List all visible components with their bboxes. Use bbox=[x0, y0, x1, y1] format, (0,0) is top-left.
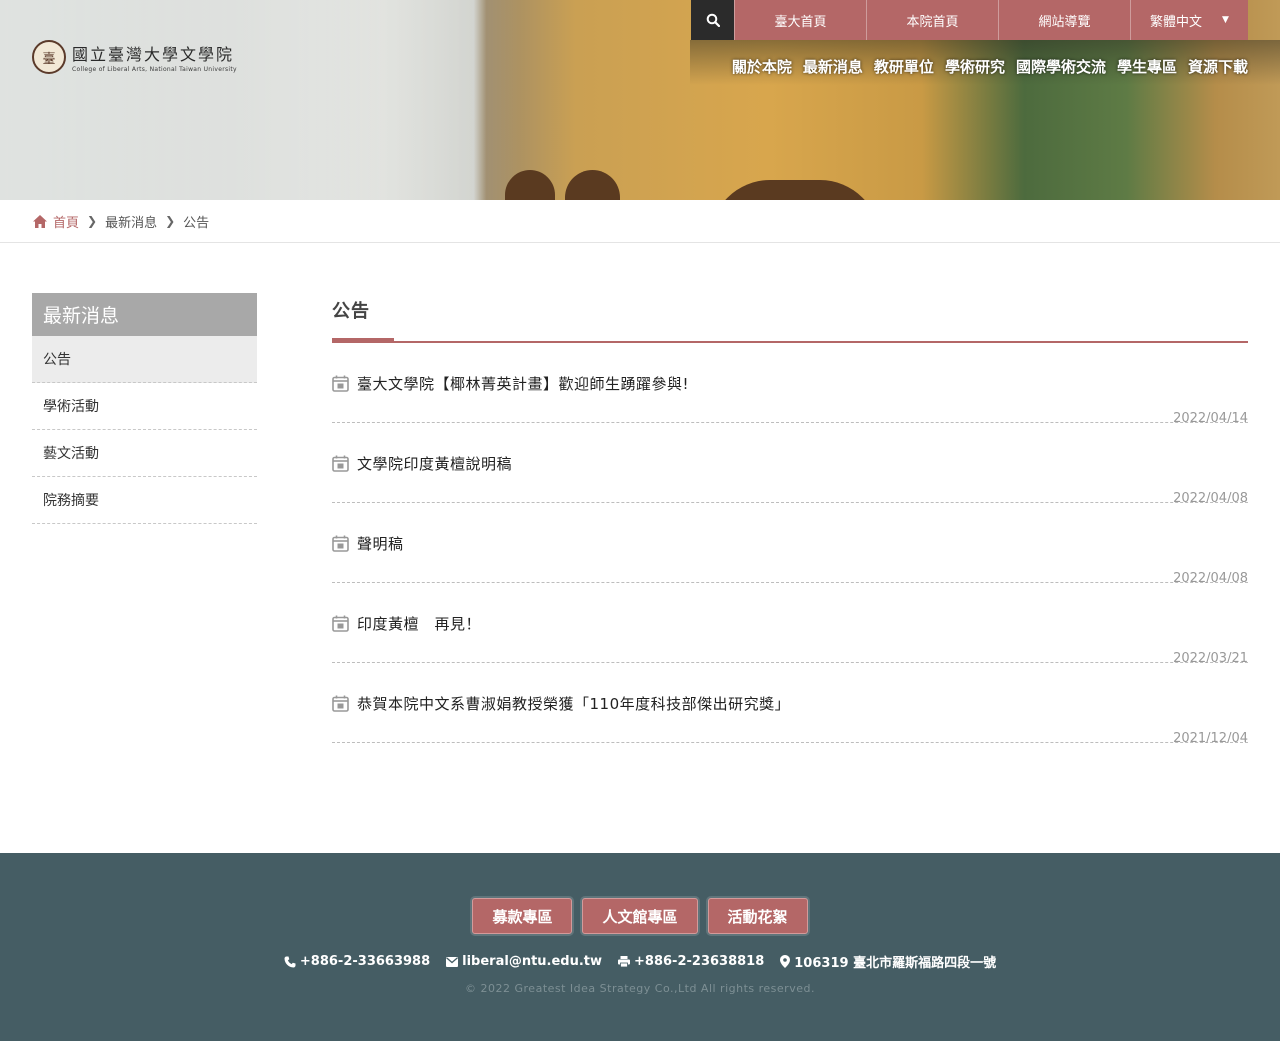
sidebar-item-college-affairs[interactable]: 院務摘要 bbox=[32, 477, 257, 524]
chevron-right-icon: ❯ bbox=[87, 214, 98, 228]
top-link-ntu-home[interactable]: 臺大首頁 bbox=[734, 0, 866, 40]
news-title: 恭賀本院中文系曹淑娟教授榮獲「110年度科技部傑出研究獎」 bbox=[357, 695, 791, 713]
sidebar-item-art-events[interactable]: 藝文活動 bbox=[32, 430, 257, 477]
fax-icon bbox=[618, 956, 631, 967]
nav-departments[interactable]: 教研單位 bbox=[874, 56, 934, 77]
news-item: 聲明稿 2022/04/08 bbox=[332, 503, 1248, 586]
calendar-icon bbox=[332, 535, 349, 552]
nav-about[interactable]: 關於本院 bbox=[732, 56, 792, 77]
footer-contact: +886-2-33663988 liberal@ntu.edu.tw +886-… bbox=[0, 952, 1280, 971]
caret-down-icon: ▼ bbox=[1222, 15, 1229, 25]
nav-international[interactable]: 國際學術交流 bbox=[1016, 56, 1106, 77]
sidebar-title: 最新消息 bbox=[32, 293, 257, 336]
humanities-hall-button[interactable]: 人文館專區 bbox=[582, 898, 698, 934]
news-list: 臺大文學院【椰林菁英計畫】歡迎師生踴躍參與! 2022/04/14 文學院印度黃… bbox=[332, 343, 1248, 746]
news-title: 印度黃檀 再見！ bbox=[357, 615, 482, 633]
mail-icon bbox=[446, 956, 459, 967]
page-title: 公告 bbox=[332, 301, 370, 322]
news-item: 恭賀本院中文系曹淑娟教授榮獲「110年度科技部傑出研究獎」 2021/12/04 bbox=[332, 663, 1248, 746]
news-item-link[interactable]: 聲明稿 bbox=[332, 533, 404, 554]
phone-icon bbox=[284, 956, 296, 967]
event-gallery-button[interactable]: 活動花絮 bbox=[707, 898, 808, 934]
main-content: 公告 臺大文學院【椰林菁英計畫】歡迎師生踴躍參與! 2022/04/14 文學院… bbox=[332, 293, 1248, 746]
news-item-link[interactable]: 臺大文學院【椰林菁英計畫】歡迎師生踴躍參與! bbox=[332, 373, 689, 394]
site-logo[interactable]: 臺 國立臺灣大學文學院 College of Liberal Arts, Nat… bbox=[32, 40, 237, 74]
map-marker-icon bbox=[780, 955, 791, 968]
footer: 募款專區 人文館專區 活動花絮 +886-2-33663988 liberal@… bbox=[0, 853, 1280, 1041]
main-nav: 關於本院 最新消息 教研單位 學術研究 國際學術交流 學生專區 資源下載 bbox=[732, 56, 1248, 77]
footer-email[interactable]: liberal@ntu.edu.tw bbox=[446, 952, 602, 971]
footer-address-text: 106319 臺北市羅斯福路四段一號 bbox=[794, 956, 997, 971]
language-label: 繁體中文 bbox=[1150, 14, 1203, 30]
search-button[interactable] bbox=[691, 0, 734, 40]
news-title: 臺大文學院【椰林菁英計畫】歡迎師生踴躍參與! bbox=[357, 375, 690, 393]
language-select[interactable]: 繁體中文 ▼ bbox=[1130, 0, 1248, 40]
news-item: 臺大文學院【椰林菁英計畫】歡迎師生踴躍參與! 2022/04/14 bbox=[332, 343, 1248, 426]
breadcrumb-home-label: 首頁 bbox=[53, 215, 80, 231]
news-item-link[interactable]: 恭賀本院中文系曹淑娟教授榮獲「110年度科技部傑出研究獎」 bbox=[332, 693, 790, 714]
calendar-icon bbox=[332, 615, 349, 632]
footer-address: 106319 臺北市羅斯福路四段一號 bbox=[780, 952, 996, 971]
news-item: 文學院印度黃檀說明稿 2022/04/08 bbox=[332, 423, 1248, 506]
breadcrumb: 首頁 ❯ 最新消息 ❯ 公告 bbox=[0, 200, 1280, 243]
footer-fax: +886-2-23638818 bbox=[618, 952, 764, 971]
copyright: © 2022 Greatest Idea Strategy Co.,Ltd Al… bbox=[465, 982, 815, 995]
footer-phone: +886-2-33663988 bbox=[284, 952, 430, 971]
news-item-link[interactable]: 印度黃檀 再見！ bbox=[332, 613, 481, 634]
logo-text-zh: 國立臺灣大學文學院 bbox=[72, 45, 235, 64]
chevron-right-icon: ❯ bbox=[165, 214, 176, 228]
sidebar-item-announcements[interactable]: 公告 bbox=[32, 336, 257, 383]
calendar-icon bbox=[332, 695, 349, 712]
footer-buttons: 募款專區 人文館專區 活動花絮 bbox=[0, 898, 1280, 934]
donation-button[interactable]: 募款專區 bbox=[472, 898, 573, 934]
nav-news[interactable]: 最新消息 bbox=[803, 56, 863, 77]
breadcrumb-news[interactable]: 最新消息 bbox=[105, 212, 157, 231]
news-item: 印度黃檀 再見！ 2022/03/21 bbox=[332, 583, 1248, 666]
footer-phone-text: +886-2-33663988 bbox=[299, 954, 431, 969]
home-icon bbox=[33, 214, 47, 228]
breadcrumb-home[interactable]: 首頁 bbox=[33, 212, 79, 231]
content-area: 最新消息 公告 學術活動 藝文活動 院務摘要 公告 臺大文學院【椰林菁英計畫】歡… bbox=[0, 243, 1280, 852]
breadcrumb-current: 公告 bbox=[183, 215, 210, 231]
top-link-sitemap[interactable]: 網站導覽 bbox=[998, 0, 1130, 40]
news-title: 聲明稿 bbox=[357, 535, 404, 553]
footer-fax-text: +886-2-23638818 bbox=[634, 954, 765, 969]
sidebar-item-academic-events[interactable]: 學術活動 bbox=[32, 383, 257, 430]
sidebar: 最新消息 公告 學術活動 藝文活動 院務摘要 bbox=[32, 293, 257, 524]
top-utility-bar: 臺大首頁 本院首頁 網站導覽 繁體中文 ▼ bbox=[691, 0, 1248, 40]
banner-arch bbox=[710, 180, 880, 200]
nav-students[interactable]: 學生專區 bbox=[1117, 56, 1177, 77]
search-icon bbox=[706, 13, 720, 27]
news-title: 文學院印度黃檀說明稿 bbox=[357, 455, 513, 473]
news-date: 2021/12/04 bbox=[1173, 731, 1248, 746]
nav-downloads[interactable]: 資源下載 bbox=[1188, 56, 1248, 77]
top-link-college-home[interactable]: 本院首頁 bbox=[866, 0, 998, 40]
calendar-icon bbox=[332, 375, 349, 392]
header-banner: 臺 國立臺灣大學文學院 College of Liberal Arts, Nat… bbox=[0, 0, 1280, 200]
calendar-icon bbox=[332, 455, 349, 472]
banner-fade bbox=[0, 0, 520, 200]
nav-research[interactable]: 學術研究 bbox=[945, 56, 1005, 77]
logo-text-en: College of Liberal Arts, National Taiwan… bbox=[72, 66, 237, 73]
footer-email-text: liberal@ntu.edu.tw bbox=[462, 954, 603, 969]
banner-arch bbox=[565, 170, 620, 200]
logo-seal-icon: 臺 bbox=[32, 40, 66, 74]
news-item-link[interactable]: 文學院印度黃檀說明稿 bbox=[332, 453, 512, 474]
